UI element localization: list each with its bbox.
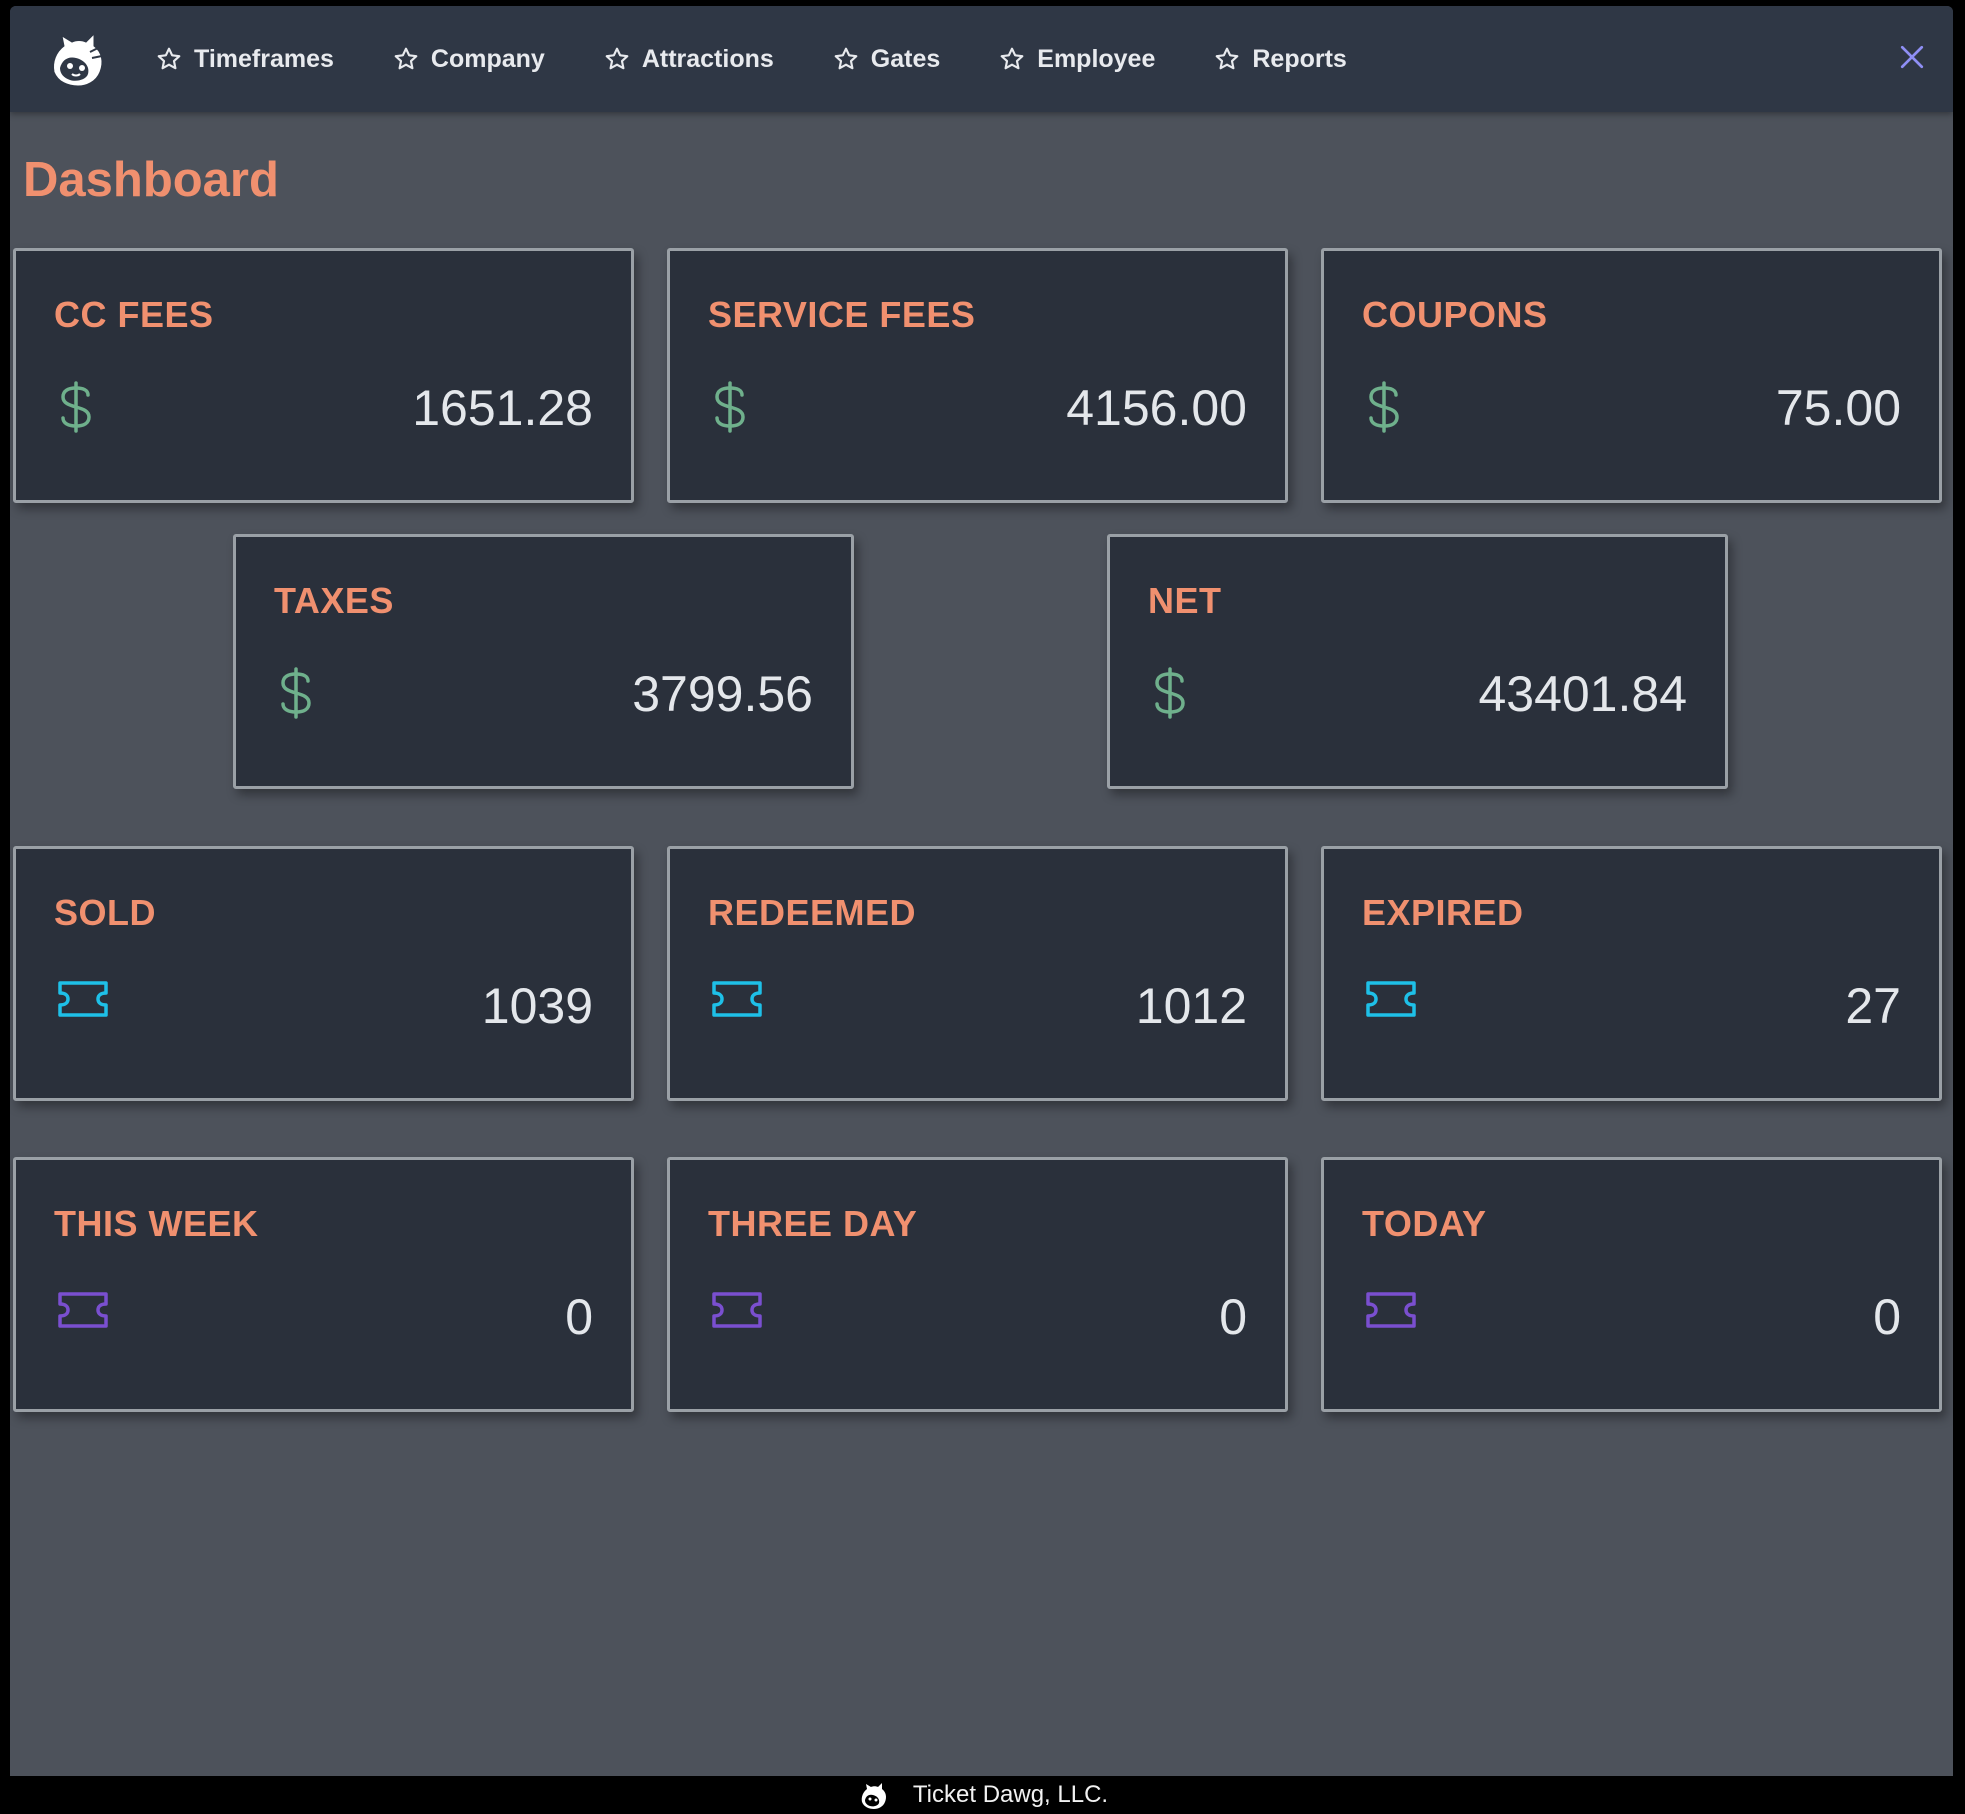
nav-item-label: Timeframes [194,44,334,73]
card-expired: EXPIRED 27 [1321,846,1942,1101]
ticket-icon [1366,981,1416,1017]
card-value: 75.00 [1775,380,1901,436]
card-title: THREE DAY [708,1203,918,1244]
card-value: 1039 [481,978,593,1034]
card-this-week: THIS WEEK 0 [13,1157,634,1412]
dog-logo-icon[interactable] [46,28,110,88]
dollar-icon [1369,381,1399,433]
ticket-icon [712,981,762,1017]
dollar-icon [715,381,745,433]
card-title: NET [1148,580,1222,621]
footer-copyright: Ticket Dawg, LLC. [912,1781,1109,1808]
nav-item-employee[interactable]: Employee [999,45,1155,74]
nav-item-company[interactable]: Company [393,45,545,74]
card-title: REDEEMED [708,892,917,933]
card-title: SOLD [54,892,157,933]
footer: Ticket Dawg, LLC. [0,1776,1965,1814]
card-title: SERVICE FEES [708,294,976,335]
card-three-day: THREE DAY 0 [667,1157,1288,1412]
star-icon [1000,47,1024,70]
app-frame: Timeframes Company Attractions Gates Emp… [10,6,1953,1776]
card-value: 1651.28 [412,380,593,436]
nav-item-gates[interactable]: Gates [833,45,940,74]
star-icon [157,47,181,70]
card-value: 43401.84 [1478,666,1687,722]
card-value: 0 [565,1289,593,1345]
card-title: EXPIRED [1362,892,1524,933]
dollar-icon [1155,667,1185,719]
card-title: TAXES [274,580,394,621]
card-title: TODAY [1362,1203,1487,1244]
nav-item-timeframes[interactable]: Timeframes [156,45,334,74]
dog-logo-icon [861,1783,886,1809]
top-navbar: Timeframes Company Attractions Gates Emp… [10,6,1953,112]
star-icon [605,47,629,70]
nav-item-attractions[interactable]: Attractions [604,45,774,74]
card-title: COUPONS [1362,294,1548,335]
card-service-fees: SERVICE FEES 4156.00 [667,248,1288,503]
card-coupons: COUPONS 75.00 [1321,248,1942,503]
card-taxes: TAXES 3799.56 [233,534,854,789]
ticket-icon [58,981,108,1017]
card-value: 3799.56 [632,666,813,722]
card-sold: SOLD 1039 [13,846,634,1101]
nav-item-label: Attractions [641,44,774,73]
card-title: CC FEES [54,294,214,335]
card-value: 27 [1845,978,1901,1034]
ticket-icon [58,1292,108,1328]
star-icon [394,47,418,70]
ticket-icon [1366,1292,1416,1328]
card-value: 4156.00 [1066,380,1247,436]
ticket-icon [712,1292,762,1328]
card-cc-fees: CC FEES 1651.28 [13,248,634,503]
card-value: 1012 [1135,978,1247,1034]
nav-item-label: Employee [1037,44,1156,73]
page-title: Dashboard [23,153,279,207]
dollar-icon [61,381,91,433]
star-icon [1216,47,1239,70]
nav-item-label: Reports [1252,44,1347,73]
dollar-icon [281,667,311,719]
card-value: 0 [1873,1289,1901,1345]
card-redeemed: REDEEMED 1012 [667,846,1288,1101]
card-net: NET 43401.84 [1107,534,1728,789]
nav-item-label: Company [430,44,545,73]
nav-menu: Timeframes Company Attractions Gates Emp… [156,6,1406,112]
star-icon [834,47,858,70]
close-icon[interactable] [1899,44,1925,70]
card-value: 0 [1219,1289,1247,1345]
nav-item-label: Gates [870,44,941,73]
card-title: THIS WEEK [54,1203,259,1244]
nav-item-reports[interactable]: Reports [1214,44,1347,74]
card-today: TODAY 0 [1321,1157,1942,1412]
